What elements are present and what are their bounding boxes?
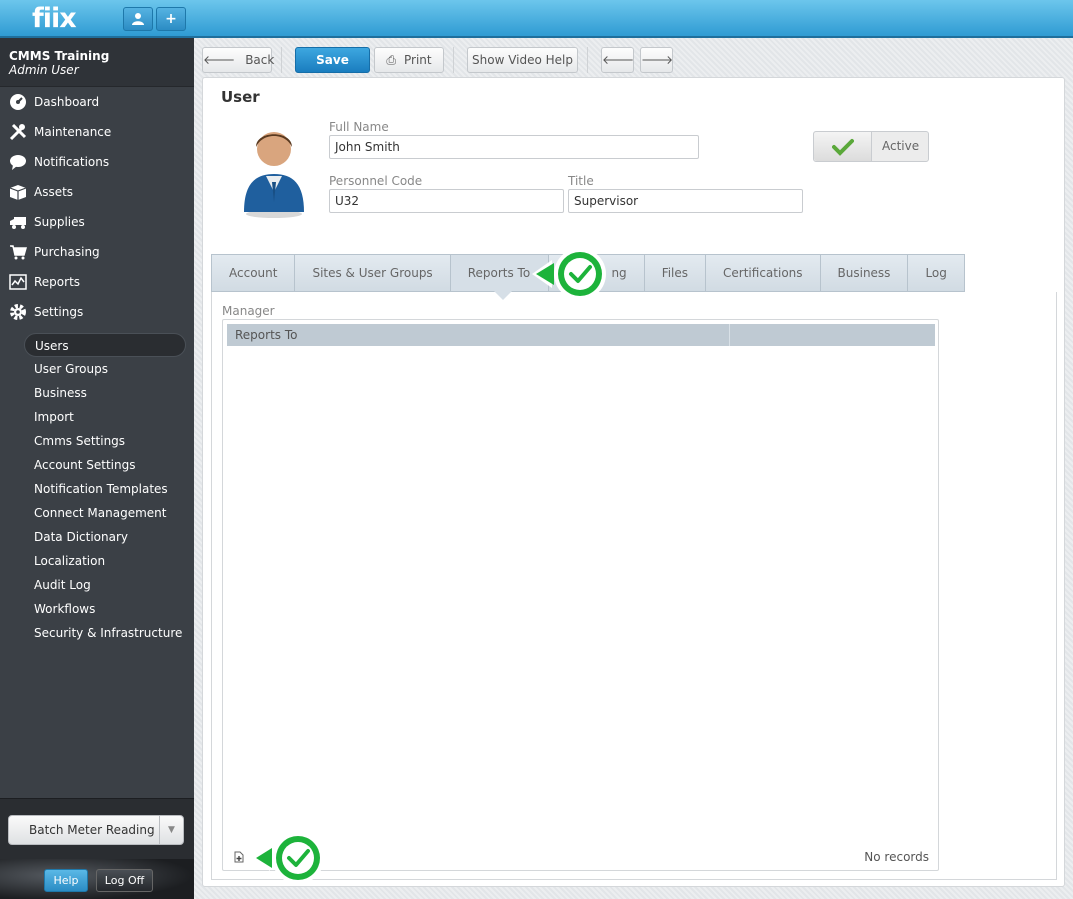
chevron-down-icon[interactable]: ▼ — [159, 816, 183, 844]
checkmark-callout-icon — [252, 832, 324, 884]
active-label: Active — [882, 139, 920, 153]
current-user-name: Admin User — [9, 63, 79, 77]
user-profile-button[interactable] — [123, 7, 153, 31]
back-label: Back — [245, 53, 275, 67]
nav-label: Assets — [34, 185, 74, 199]
subnav-data-dictionary[interactable]: Data Dictionary — [0, 525, 194, 549]
manager-label: Manager — [222, 304, 275, 318]
reports-to-grid: Reports To No records — [222, 319, 939, 871]
subnav-users[interactable]: Users — [24, 333, 186, 357]
nav-settings[interactable]: Settings — [0, 297, 194, 327]
arrow-right-icon: 🡒 — [641, 53, 674, 67]
title-label: Title — [568, 174, 594, 188]
tab-certifications[interactable]: Certifications — [706, 255, 821, 291]
subnav-import[interactable]: Import — [0, 405, 194, 429]
show-video-help-button[interactable]: Show Video Help — [467, 47, 578, 73]
nav-assets[interactable]: Assets — [0, 177, 194, 207]
sidebar: CMMS Training Admin User Dashboard Maint… — [0, 38, 194, 899]
nav-purchasing[interactable]: Purchasing — [0, 237, 194, 267]
column-header-reports-to[interactable]: Reports To — [227, 324, 730, 346]
checkmark-callout-icon — [532, 248, 606, 300]
nav-label: Settings — [34, 305, 84, 319]
nav-label: Maintenance — [34, 125, 112, 139]
checkmark-icon — [814, 132, 872, 161]
batch-meter-reading-label: Batch Meter Reading — [29, 823, 155, 837]
log-off-button[interactable]: Log Off — [96, 869, 153, 892]
tools-icon — [8, 123, 28, 141]
nav-maintenance[interactable]: Maintenance — [0, 117, 194, 147]
truck-icon — [8, 213, 28, 231]
print-button[interactable]: ⎙ Print — [374, 47, 444, 73]
nav-label: Reports — [34, 275, 81, 289]
nav-label: Dashboard — [34, 95, 100, 109]
box-icon — [8, 183, 28, 201]
nav-reports[interactable]: Reports — [0, 267, 194, 297]
batch-meter-reading-button[interactable]: Batch Meter Reading ▼ — [8, 815, 184, 845]
org-header: CMMS Training Admin User — [0, 38, 194, 87]
add-button[interactable]: + — [156, 7, 186, 31]
personnel-code-label: Personnel Code — [329, 174, 423, 188]
subnav-business[interactable]: Business — [0, 381, 194, 405]
user-panel: User Full Name John Smith Personnel Code… — [202, 77, 1065, 887]
dashboard-icon — [8, 93, 28, 111]
print-label: Print — [404, 53, 432, 67]
toolbar-divider — [453, 47, 454, 73]
next-record-button[interactable]: 🡒 — [640, 47, 673, 73]
printer-icon: ⎙ — [386, 53, 396, 67]
gear-icon — [8, 303, 28, 321]
chart-icon — [8, 273, 28, 291]
arrow-left-icon: 🡐 — [203, 53, 236, 67]
user-icon — [132, 13, 144, 25]
tab-sites-user-groups[interactable]: Sites & User Groups — [295, 255, 451, 291]
arrow-left-icon: 🡐 — [602, 53, 635, 67]
previous-record-button[interactable]: 🡐 — [601, 47, 634, 73]
tab-account[interactable]: Account — [212, 255, 296, 291]
sidebar-footer: Batch Meter Reading ▼ Help Log Off — [0, 798, 194, 899]
subnav-connect-management[interactable]: Connect Management — [0, 501, 194, 525]
nav-label: Supplies — [34, 215, 85, 229]
toolbar-divider — [281, 47, 282, 73]
subnav-account-settings[interactable]: Account Settings — [0, 453, 194, 477]
toolbar-divider — [587, 47, 588, 73]
subnav-cmms-settings[interactable]: Cmms Settings — [0, 429, 194, 453]
active-toggle[interactable]: Active — [813, 131, 929, 162]
save-button[interactable]: Save — [295, 47, 370, 73]
subnav-notification-templates[interactable]: Notification Templates — [0, 477, 194, 501]
subnav-security-infrastructure[interactable]: Security & Infrastructure — [0, 621, 194, 645]
subnav-user-groups[interactable]: User Groups — [0, 357, 194, 381]
org-name: CMMS Training — [9, 49, 110, 63]
main-content: 🡐 Back Save ⎙ Print Show Video Help 🡐 🡒 Us… — [194, 38, 1073, 899]
nav-label: Purchasing — [34, 245, 100, 259]
add-record-icon[interactable] — [233, 851, 245, 863]
tab-business[interactable]: Business — [820, 255, 909, 291]
subnav-audit-log[interactable]: Audit Log — [0, 573, 194, 597]
nav-dashboard[interactable]: Dashboard — [0, 87, 194, 117]
nav-supplies[interactable]: Supplies — [0, 207, 194, 237]
back-button[interactable]: 🡐 Back — [202, 47, 275, 73]
nav-label: Notifications — [34, 155, 110, 169]
top-bar: fiix + — [0, 0, 1073, 38]
page-title: User — [221, 88, 260, 106]
settings-subnav: Users User Groups Business Import Cmms S… — [0, 333, 194, 645]
grid-header: Reports To — [227, 324, 935, 346]
subnav-workflows[interactable]: Workflows — [0, 597, 194, 621]
nav-notifications[interactable]: Notifications — [0, 147, 194, 177]
cart-icon — [8, 243, 28, 261]
tab-log[interactable]: Log — [908, 255, 964, 291]
full-name-label: Full Name — [329, 120, 389, 134]
fiix-logo[interactable]: fiix — [32, 3, 77, 34]
title-field[interactable]: Supervisor — [568, 189, 803, 213]
full-name-field[interactable]: John Smith — [329, 135, 699, 159]
footer-bar: Help Log Off — [0, 859, 194, 899]
tab-files[interactable]: Files — [644, 255, 707, 291]
no-records-text: No records — [864, 850, 929, 864]
reports-to-tab-panel: Manager Reports To No records — [211, 292, 1057, 880]
personnel-code-field[interactable]: U32 — [329, 189, 564, 213]
user-avatar-icon — [244, 132, 304, 218]
chat-bubble-icon — [8, 153, 28, 171]
help-button[interactable]: Help — [44, 869, 88, 892]
subnav-localization[interactable]: Localization — [0, 549, 194, 573]
